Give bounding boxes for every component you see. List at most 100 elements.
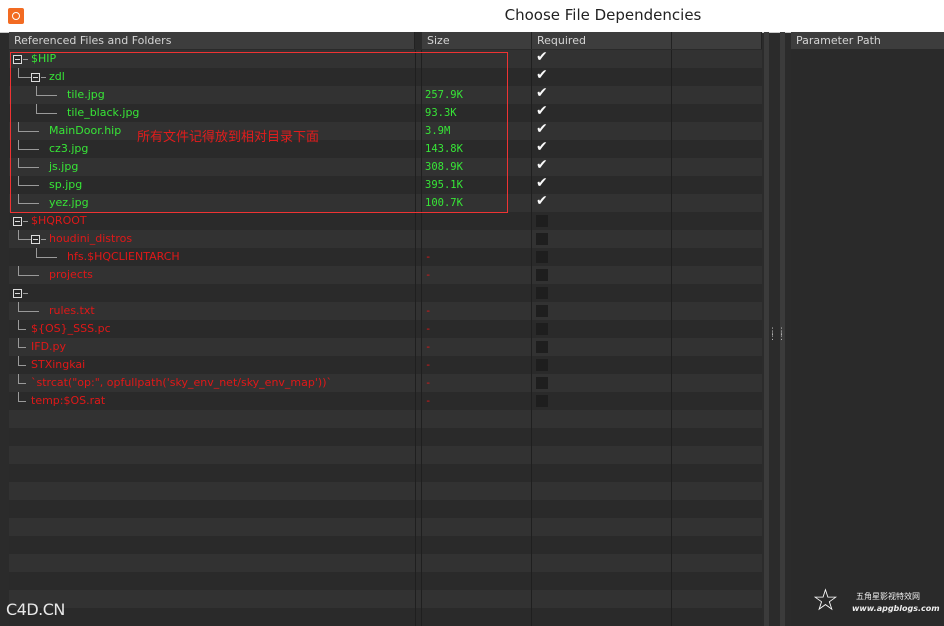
table-row [9, 608, 762, 626]
file-label: rules.txt [49, 304, 95, 317]
column-header-name[interactable]: Referenced Files and Folders [9, 32, 415, 49]
tree-connector [18, 311, 39, 312]
column-header-required[interactable]: Required [532, 32, 672, 49]
table-row[interactable]: hfs.$HQCLIENTARCH - [9, 248, 762, 266]
file-size [422, 284, 533, 302]
file-size: - [425, 341, 432, 353]
watermark-site-name: 五角星影视特效网 [856, 592, 920, 601]
file-size: - [425, 269, 432, 281]
tree-cell: $HQROOT [9, 212, 415, 230]
tree-connector [18, 365, 26, 366]
required-checkbox[interactable]: ✔ [536, 175, 548, 191]
required-checkbox[interactable] [536, 269, 548, 281]
required-checkbox[interactable] [536, 395, 548, 407]
required-checkbox[interactable]: ✔ [536, 67, 548, 83]
table-row[interactable]: projects - [9, 266, 762, 284]
table-row [9, 554, 762, 572]
required-checkbox[interactable]: ✔ [536, 121, 548, 137]
required-cell: ✔ [532, 67, 670, 86]
required-checkbox[interactable] [536, 359, 548, 371]
tree-connector [36, 257, 57, 258]
collapse-toggle-icon[interactable] [31, 235, 40, 244]
table-row[interactable]: houdini_distros [9, 230, 762, 248]
file-label: temp:$OS.rat [31, 394, 106, 407]
tree-cell: `strcat("op:", opfullpath('sky_env_net/s… [9, 374, 415, 392]
tree-connector [41, 239, 46, 240]
table-row[interactable]: IFD.py - [9, 338, 762, 356]
collapse-toggle-icon[interactable] [13, 289, 22, 298]
tree-connector [18, 275, 39, 276]
file-size [422, 212, 533, 230]
parameter-path-pane: Parameter Path [791, 32, 944, 626]
required-checkbox[interactable]: ✔ [536, 85, 548, 101]
tree-cell: temp:$OS.rat [9, 392, 415, 410]
tree-cell: rules.txt [9, 302, 415, 320]
tree-connector [18, 347, 26, 348]
file-label: projects [49, 268, 93, 281]
tree-connector [23, 293, 28, 294]
table-row[interactable]: `strcat("op:", opfullpath('sky_env_net/s… [9, 374, 762, 392]
watermark-apgblogs: ☆ 五角星影视特效网 www.apgblogs.com [812, 585, 940, 621]
file-size: - [425, 305, 432, 317]
tree-cell: hfs.$HQCLIENTARCH [9, 248, 415, 266]
required-cell: ✔ [532, 103, 670, 122]
required-cell: ✔ [532, 157, 670, 176]
required-checkbox[interactable] [536, 215, 548, 227]
required-checkbox[interactable] [536, 323, 548, 335]
checkmark-icon: ✔ [536, 67, 548, 83]
required-cell [532, 338, 670, 356]
required-checkbox[interactable]: ✔ [536, 49, 548, 65]
table-row[interactable] [9, 284, 762, 302]
required-checkbox[interactable] [536, 233, 548, 245]
required-checkbox[interactable] [536, 377, 548, 389]
file-label: houdini_distros [49, 232, 133, 245]
table-row [9, 590, 762, 608]
table-row[interactable]: rules.txt - [9, 302, 762, 320]
required-cell [532, 392, 670, 410]
table-row [9, 464, 762, 482]
required-checkbox[interactable] [536, 341, 548, 353]
required-cell: ✔ [532, 85, 670, 104]
watermark-c4dcn: C4D.CN [6, 600, 65, 619]
tree-connector [18, 302, 19, 311]
required-checkbox[interactable]: ✔ [536, 139, 548, 155]
required-cell [532, 320, 670, 338]
file-label: ${OS}_SSS.pc [31, 322, 111, 335]
splitter-grip-icon[interactable]: ⋮⋮ ⋮⋮ [768, 328, 786, 342]
star-icon: ☆ [812, 583, 839, 618]
required-checkbox[interactable] [536, 305, 548, 317]
required-cell: ✔ [532, 193, 670, 212]
file-size: - [425, 395, 432, 407]
required-checkbox[interactable]: ✔ [536, 193, 548, 209]
tree-connector [18, 338, 19, 347]
checkmark-icon: ✔ [536, 175, 548, 191]
tree-cell: projects [9, 266, 415, 284]
column-header-size[interactable]: Size [422, 32, 532, 49]
checkmark-icon: ✔ [536, 193, 548, 209]
tree-connector [18, 230, 19, 239]
tree-connector [18, 329, 26, 330]
tree-connector [23, 221, 28, 222]
table-row[interactable]: $HQROOT [9, 212, 762, 230]
annotation-text: 所有文件记得放到相对目录下面 [137, 130, 320, 145]
required-checkbox[interactable] [536, 287, 548, 299]
table-row[interactable]: temp:$OS.rat - [9, 392, 762, 410]
column-header-param[interactable]: Parameter Path [791, 32, 944, 49]
checkmark-icon: ✔ [536, 49, 548, 65]
required-checkbox[interactable]: ✔ [536, 103, 548, 119]
file-label: STXingkai [31, 358, 86, 371]
required-checkbox[interactable] [536, 251, 548, 263]
required-checkbox[interactable]: ✔ [536, 157, 548, 173]
required-cell: ✔ [532, 121, 670, 140]
table-row [9, 446, 762, 464]
tree-connector [18, 239, 31, 240]
table-row[interactable]: ${OS}_SSS.pc - [9, 320, 762, 338]
required-cell [532, 266, 670, 284]
table-row[interactable]: STXingkai - [9, 356, 762, 374]
file-size: - [425, 377, 432, 389]
tree-connector [18, 320, 19, 329]
collapse-toggle-icon[interactable] [13, 217, 22, 226]
required-cell: ✔ [532, 175, 670, 194]
tree-cell: houdini_distros [9, 230, 415, 248]
window-title: Choose File Dependencies [504, 6, 702, 24]
